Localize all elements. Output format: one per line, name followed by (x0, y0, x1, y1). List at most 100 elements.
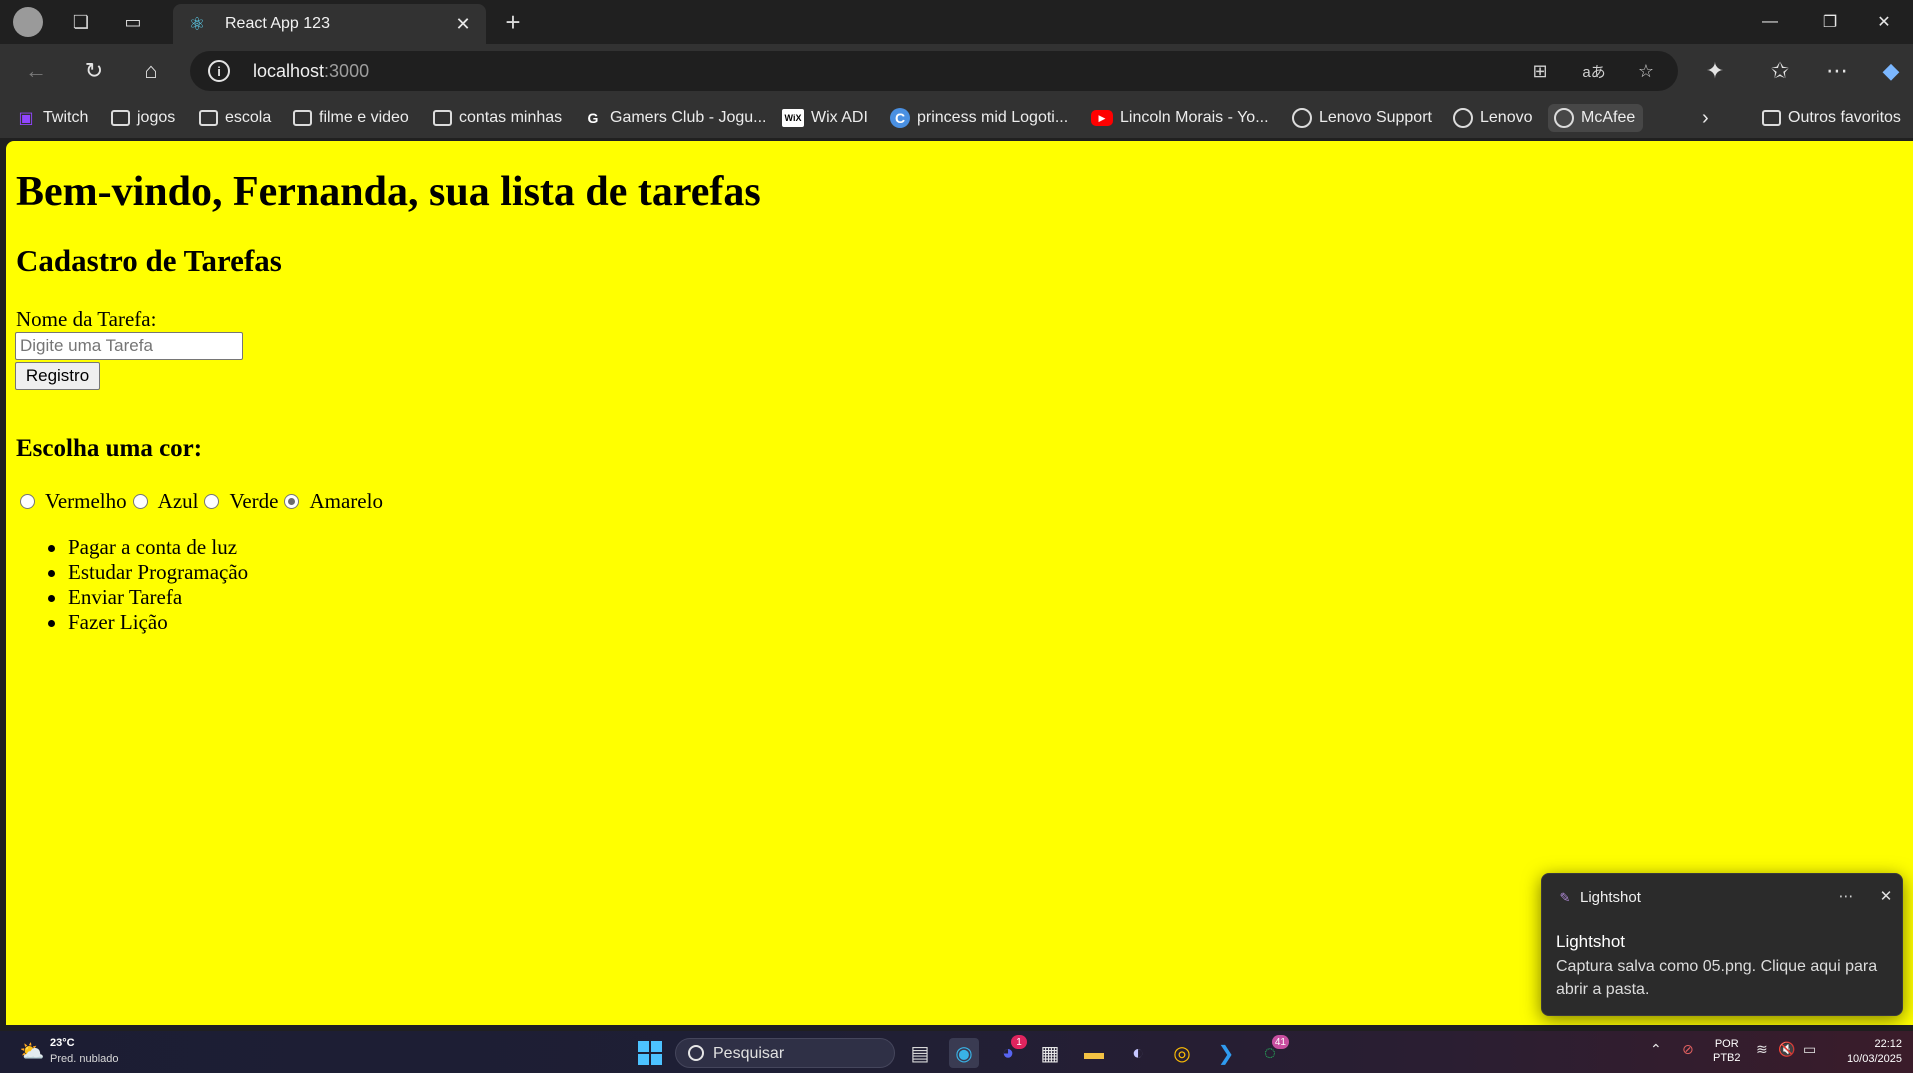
tab-react-app[interactable]: ⚛ React App 123 ✕ (173, 4, 486, 44)
volume-muted-icon[interactable]: 🔇 (1778, 1041, 1795, 1058)
url-port: :3000 (324, 61, 370, 81)
bookmark-label: McAfee (1581, 109, 1636, 126)
bookmark-wix-adi[interactable]: WiX Wix ADI (782, 104, 868, 132)
url-host: localhost (253, 61, 325, 81)
list-item: Enviar Tarefa (47, 585, 248, 610)
clock-time: 22:12 (1874, 1038, 1902, 1050)
new-tab-icon[interactable]: + (498, 7, 528, 37)
bookmark-label: jogos (137, 109, 176, 126)
reload-icon[interactable]: ↻ (79, 56, 109, 86)
microsoft-store-icon[interactable]: ▦ (1035, 1038, 1065, 1068)
list-item: Pagar a conta de luz (47, 535, 248, 560)
discord-badge: 1 (1011, 1035, 1027, 1049)
battery-icon[interactable]: ▭ (1803, 1041, 1816, 1058)
bookmark-contas-minhas[interactable]: contas minhas (432, 104, 562, 132)
bookmark-escola[interactable]: escola (198, 104, 271, 132)
clock-date: 10/03/2025 (1846, 1053, 1902, 1065)
folder-icon (432, 108, 452, 128)
translate-icon[interactable]: aあ (1581, 59, 1607, 83)
security-warning-icon[interactable]: ⊘ (1682, 1041, 1694, 1058)
register-button[interactable]: Registro (15, 362, 100, 390)
task-name-input[interactable] (15, 332, 243, 360)
radio-label-vermelho: Vermelho (45, 489, 127, 513)
chrome-icon[interactable]: ◎ (1167, 1038, 1197, 1068)
globe-icon (1453, 108, 1473, 128)
form-title: Cadastro de Tarefas (16, 243, 282, 278)
weather-description: Pred. nublado (50, 1053, 119, 1065)
color-choice-heading: Escolha uma cor: (16, 435, 203, 462)
media-app-icon[interactable]: ◐ (1123, 1038, 1153, 1068)
bookmark-label: Wix ADI (811, 109, 868, 126)
radio-verde[interactable] (204, 494, 220, 509)
address-bar[interactable]: i localhost:3000 ⊞ aあ ☆ (190, 51, 1678, 91)
other-favorites-label: Outros favoritos (1788, 109, 1901, 126)
whatsapp-icon[interactable]: ◌ 41 (1255, 1035, 1289, 1068)
toast-app-name: Lightshot (1580, 889, 1641, 906)
canva-icon: C (890, 108, 910, 128)
toast-more-icon[interactable]: ⋯ (1836, 886, 1856, 906)
globe-icon (1292, 108, 1312, 128)
bookmark-label: Lenovo Support (1319, 109, 1432, 126)
radio-label-azul: Azul (157, 489, 199, 513)
bookmarks-overflow-chevron-icon[interactable]: › (1702, 104, 1709, 132)
start-button-windows-icon[interactable] (638, 1041, 662, 1065)
taskbar-clock[interactable]: 22:12 10/03/2025 (1836, 1037, 1902, 1067)
bookmark-lincoln-morais[interactable]: ▶ Lincoln Morais - Yo... (1091, 104, 1269, 132)
file-explorer-icon[interactable]: ▬ (1079, 1038, 1109, 1068)
bookmark-lenovo[interactable]: Lenovo (1453, 104, 1533, 132)
edge-browser-icon[interactable]: ◉ (949, 1038, 979, 1068)
home-icon[interactable]: ⌂ (136, 56, 166, 86)
favorites-icon[interactable]: ✩ (1765, 56, 1795, 86)
other-favorites[interactable]: Outros favoritos (1761, 104, 1901, 132)
extensions-icon[interactable]: ✦ (1700, 56, 1730, 86)
toast-body: Captura salva como 05.png. Clique aqui p… (1556, 958, 1878, 998)
task-view-icon[interactable]: ▤ (905, 1038, 935, 1068)
copilot-icon[interactable]: ◆ (1876, 56, 1906, 86)
bookmark-label: escola (225, 109, 272, 126)
back-icon[interactable]: ← (21, 56, 51, 86)
bookmark-mcafee[interactable]: McAfee (1548, 104, 1644, 132)
show-hidden-icons-chevron-icon[interactable]: ⌃ (1650, 1041, 1662, 1058)
profile-avatar-icon[interactable] (13, 7, 43, 37)
twitch-icon: ▣ (18, 110, 34, 127)
favorite-star-icon[interactable]: ☆ (1633, 59, 1659, 83)
site-info-icon[interactable]: i (208, 60, 230, 82)
minimize-icon[interactable]: — (1741, 0, 1799, 44)
weather-cloud-sun-icon[interactable]: ⛅ (18, 1039, 46, 1063)
notification-toast[interactable]: ✎ Lightshot ⋯ ✕ Lightshot Captura salva … (1541, 873, 1903, 1016)
discord-icon[interactable]: ◕ 1 (993, 1035, 1027, 1068)
taskbar-search[interactable]: Pesquisar (675, 1038, 895, 1068)
bookmark-label: Twitch (43, 109, 89, 126)
vertical-tabs-icon[interactable]: ▭ (118, 7, 148, 37)
wifi-icon[interactable]: ≋ (1756, 1041, 1768, 1058)
window-close-icon[interactable]: ✕ (1855, 0, 1913, 44)
bookmarks-bar: ▣ Twitch jogos escola filme e video cont… (0, 98, 1913, 138)
folder-icon (292, 108, 312, 128)
bookmark-princess-mid[interactable]: C princess mid Logoti... (890, 104, 1068, 132)
tab-close-icon[interactable]: ✕ (452, 13, 474, 35)
keyboard-layout: PTB2 (1713, 1052, 1741, 1064)
bookmark-filme-e-video[interactable]: filme e video (292, 104, 409, 132)
navigation-bar: ← ↻ ⌂ i localhost:3000 ⊞ aあ ☆ ✦ ✩ ⋯ ◆ (0, 44, 1913, 98)
bookmark-jogos[interactable]: jogos (110, 104, 175, 132)
vscode-icon[interactable]: ❯ (1211, 1038, 1241, 1068)
more-menu-icon[interactable]: ⋯ (1822, 56, 1852, 86)
radio-amarelo[interactable] (284, 494, 300, 509)
restore-icon[interactable]: ❐ (1801, 0, 1859, 44)
lightshot-feather-icon: ✎ (1559, 890, 1571, 905)
bookmark-label: contas minhas (459, 109, 563, 126)
workspaces-icon[interactable]: ❏ (66, 7, 96, 37)
welcome-heading: Bem-vindo, Fernanda, sua lista de tarefa… (16, 169, 761, 215)
apps-grid-icon[interactable]: ⊞ (1527, 59, 1553, 83)
toast-close-icon[interactable]: ✕ (1876, 886, 1896, 906)
bookmark-lenovo-support[interactable]: Lenovo Support (1292, 104, 1432, 132)
weather-temperature: 23°C (50, 1037, 75, 1049)
url-text[interactable]: localhost:3000 (253, 61, 369, 82)
bookmark-gamers-club[interactable]: G Gamers Club - Jogu... (583, 104, 767, 132)
input-language[interactable]: POR PTB2 (1713, 1037, 1741, 1065)
folder-icon (110, 108, 130, 128)
radio-vermelho[interactable] (20, 494, 35, 509)
bookmark-twitch[interactable]: ▣ Twitch (16, 104, 88, 132)
folder-icon (1761, 108, 1781, 128)
radio-azul[interactable] (132, 494, 148, 509)
